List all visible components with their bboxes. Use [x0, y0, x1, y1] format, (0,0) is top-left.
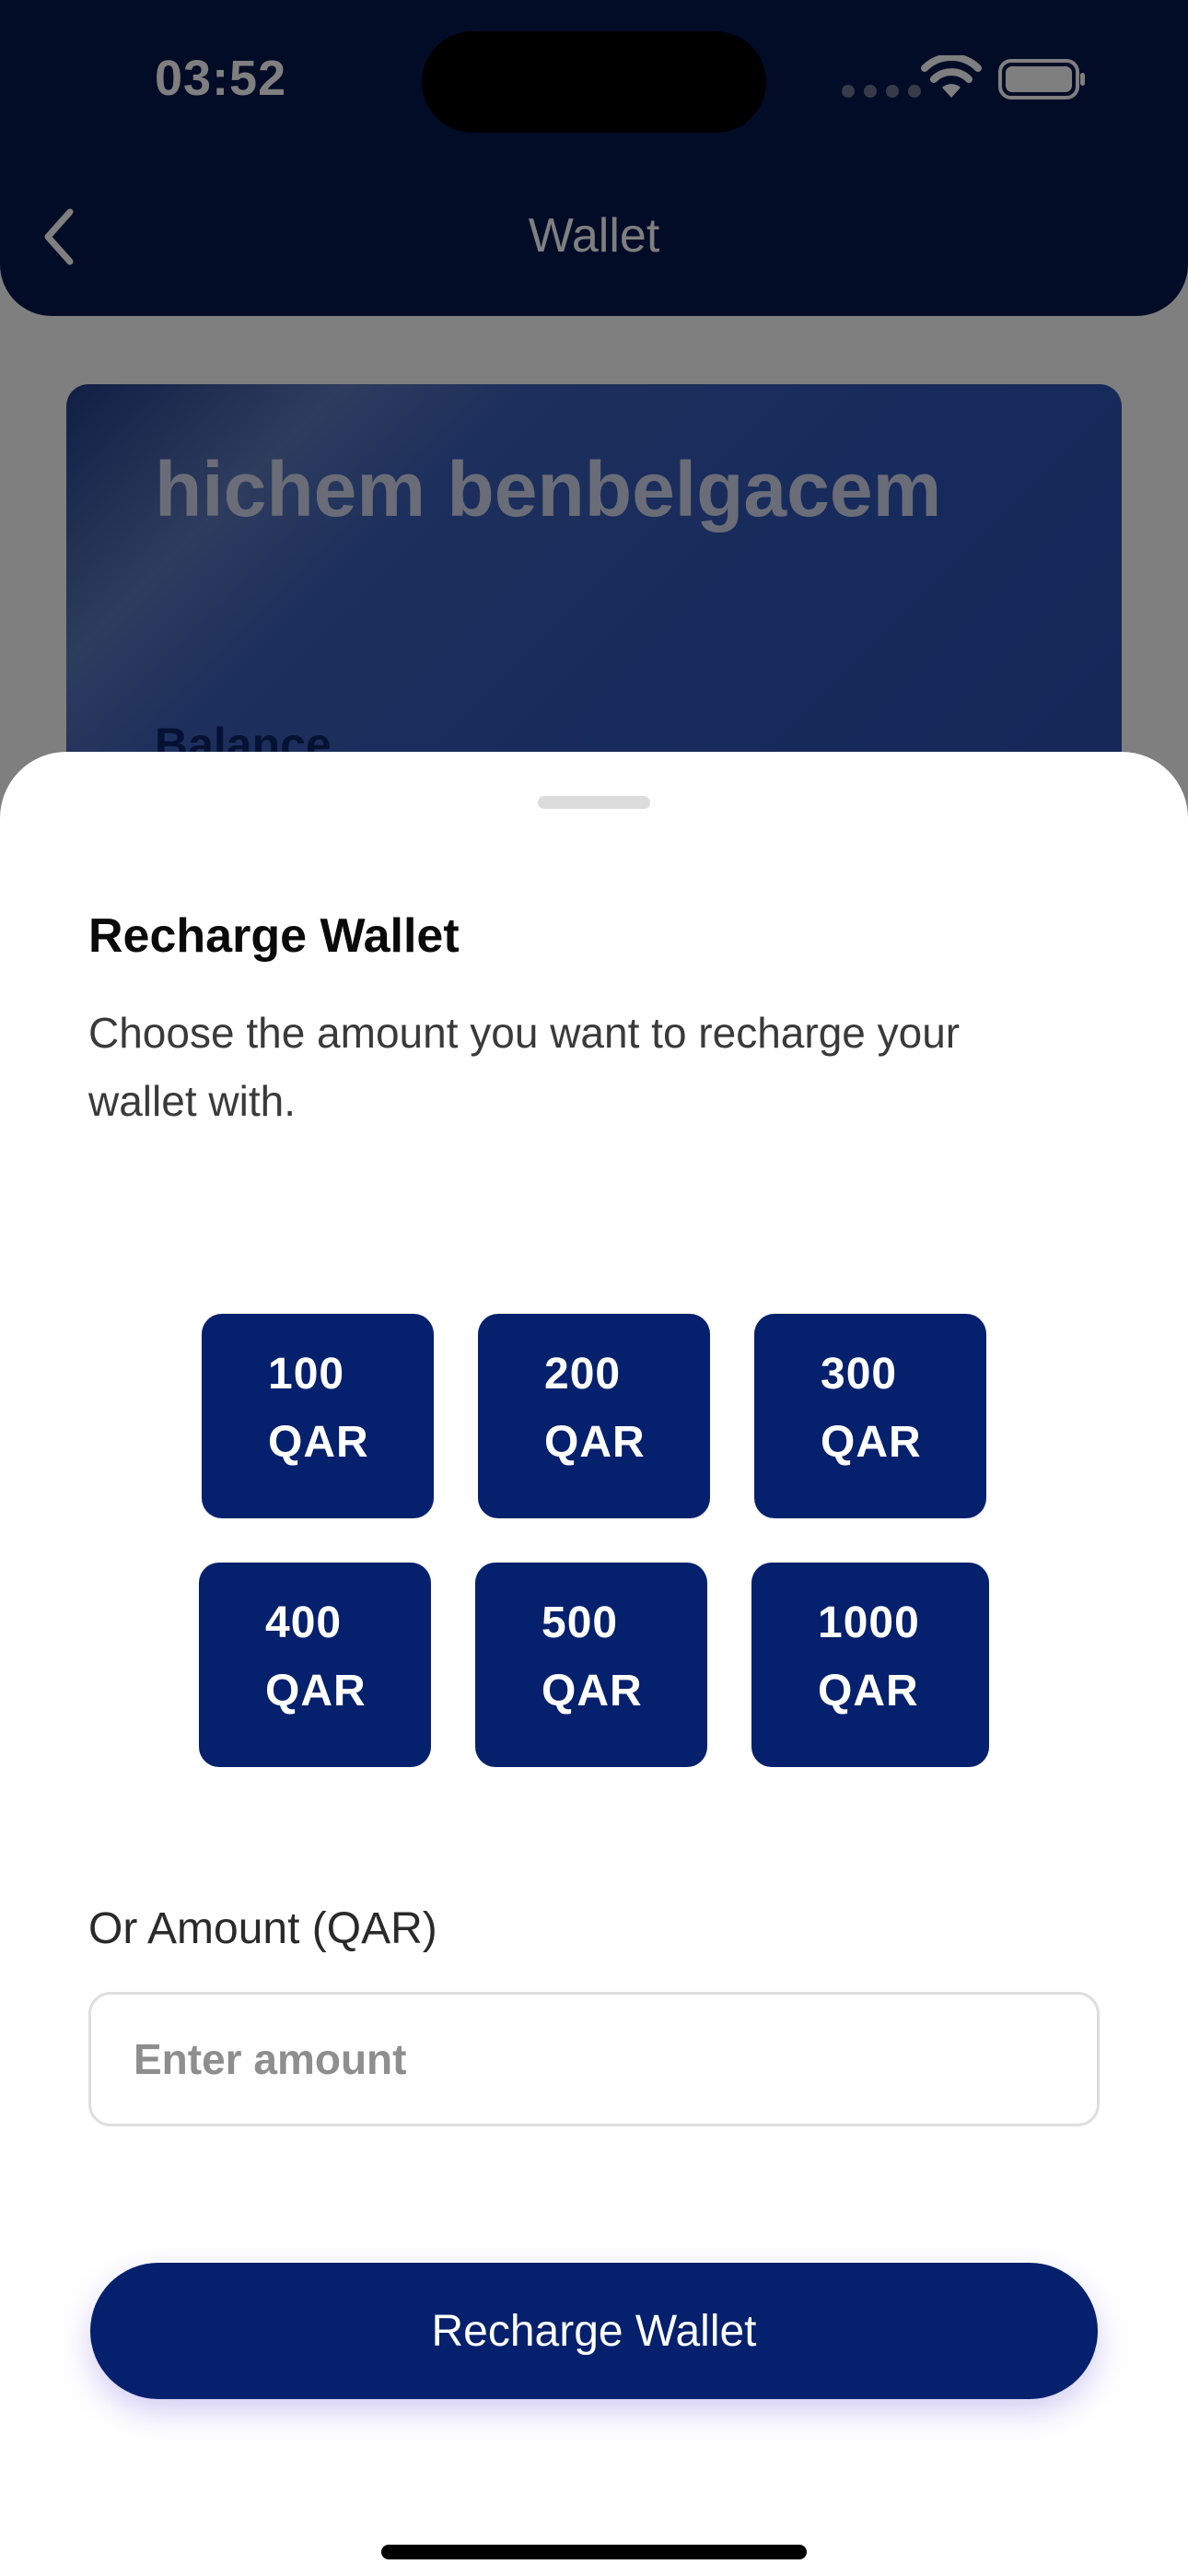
amount-input[interactable] — [88, 1992, 1100, 2126]
amount-option-200[interactable]: 200 QAR — [478, 1314, 710, 1518]
sheet-description: Choose the amount you want to recharge y… — [88, 1009, 961, 1125]
recharge-sheet: Recharge Wallet Choose the amount you wa… — [0, 752, 1188, 2576]
custom-amount-label: Or Amount (QAR) — [88, 1904, 437, 1953]
amount-option-400[interactable]: 400 QAR — [199, 1563, 431, 1767]
amount-unit: QAR — [544, 1418, 646, 1467]
amount-unit: QAR — [542, 1667, 643, 1715]
amount-option-1000[interactable]: 1000 QAR — [751, 1563, 989, 1767]
amount-value: 400 — [265, 1598, 343, 1647]
amount-value: 100 — [268, 1350, 345, 1399]
sheet-title: Recharge Wallet — [88, 909, 460, 963]
amount-unit: QAR — [821, 1418, 922, 1467]
amount-unit: QAR — [268, 1418, 369, 1467]
amount-value: 1000 — [818, 1598, 920, 1647]
amount-option-100[interactable]: 100 QAR — [202, 1314, 434, 1518]
amount-value: 300 — [821, 1350, 898, 1399]
recharge-wallet-button[interactable]: Recharge Wallet — [90, 2263, 1098, 2399]
amount-option-500[interactable]: 500 QAR — [475, 1563, 707, 1767]
sheet-drag-handle[interactable] — [538, 796, 650, 809]
amount-unit: QAR — [265, 1667, 367, 1715]
amount-option-300[interactable]: 300 QAR — [754, 1314, 986, 1518]
amount-value: 200 — [544, 1350, 622, 1399]
home-indicator — [381, 2545, 807, 2559]
amount-value: 500 — [542, 1598, 619, 1647]
amount-unit: QAR — [818, 1667, 919, 1715]
